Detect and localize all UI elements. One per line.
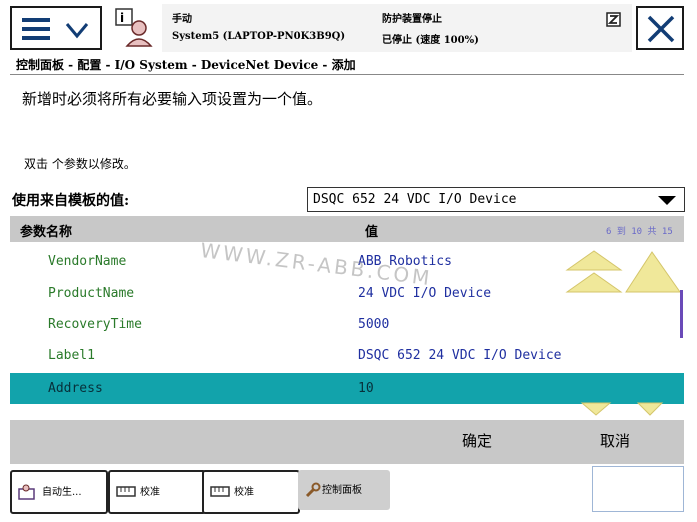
close-icon [647, 15, 675, 43]
wrench-icon [305, 482, 321, 498]
safety-status: 防护装置停止 [382, 14, 442, 25]
table-row-selected[interactable]: Address 10 [10, 373, 684, 404]
calibration-icon [116, 486, 136, 497]
ok-button[interactable]: 确定 [462, 430, 492, 451]
scrollbar[interactable] [680, 290, 683, 338]
menu-icon [22, 18, 50, 40]
column-header-name: 参数名称 [20, 225, 73, 240]
instruction-text: 新增时必须将所有必要输入项设置为一个值。 [22, 90, 323, 108]
quickset-area[interactable] [592, 466, 684, 512]
command-bar [10, 420, 684, 464]
status-bar[interactable]: 手动 System5 (LAPTOP-PN0K3B9Q) 防护装置停止 已停止 … [162, 4, 632, 52]
table-row[interactable]: RecoveryTime 5000 [10, 311, 670, 339]
dropdown-arrow-icon [658, 196, 676, 205]
run-status: 已停止 (速度 100%) [382, 35, 479, 46]
chevron-down-icon [65, 23, 89, 39]
template-selected-value: DSQC 652 24 VDC I/O Device [313, 192, 517, 207]
param-value: 5000 [358, 317, 390, 332]
close-button[interactable] [636, 6, 684, 50]
operator-window-icon[interactable]: i [112, 6, 158, 50]
page-up-icon[interactable] [564, 248, 686, 296]
param-value: DSQC 652 24 VDC I/O Device [358, 348, 562, 363]
calibration-icon [210, 486, 230, 497]
table-row[interactable]: Label1 DSQC 652 24 VDC I/O Device [10, 342, 670, 370]
operating-mode: 手动 [172, 14, 192, 25]
template-label: 使用来自模板的值: [12, 193, 130, 209]
table-header [10, 216, 684, 242]
task-auto-produce[interactable]: 自动生... [10, 470, 108, 514]
svg-text:i: i [120, 11, 124, 25]
system-name: System5 (LAPTOP-PN0K3B9Q) [172, 31, 346, 42]
task-calibration-2[interactable]: 校准 [202, 470, 300, 514]
task-label: 校准 [234, 487, 254, 498]
task-label: 自动生... [42, 487, 82, 498]
param-name: Address [48, 381, 103, 396]
param-name: RecoveryTime [48, 317, 142, 332]
param-name: Label1 [48, 348, 95, 363]
divider [10, 74, 684, 75]
page-down-icon[interactable] [578, 402, 664, 418]
main-menu-button[interactable] [10, 6, 102, 50]
cancel-button[interactable]: 取消 [600, 430, 630, 451]
event-log-icon[interactable] [606, 12, 622, 28]
param-name: VendorName [48, 254, 127, 269]
template-dropdown[interactable]: DSQC 652 24 VDC I/O Device [307, 187, 685, 212]
row-range-indicator: 6 到 10 共 15 [606, 227, 673, 237]
column-header-value: 值 [365, 225, 379, 240]
task-label: 控制面板 [322, 485, 362, 496]
hint-text: 双击 个参数以修改。 [24, 157, 136, 171]
param-name: ProductName [48, 286, 135, 301]
task-label: 校准 [140, 487, 160, 498]
task-control-panel[interactable]: 控制面板 [298, 470, 390, 510]
auto-produce-icon [18, 484, 35, 500]
task-calibration-1[interactable]: 校准 [108, 470, 206, 514]
breadcrumb: 控制面板 - 配置 - I/O System - DeviceNet Devic… [16, 58, 356, 72]
table-row[interactable]: ProductName 24 VDC I/O Device [10, 280, 570, 308]
param-value: 10 [358, 381, 374, 396]
